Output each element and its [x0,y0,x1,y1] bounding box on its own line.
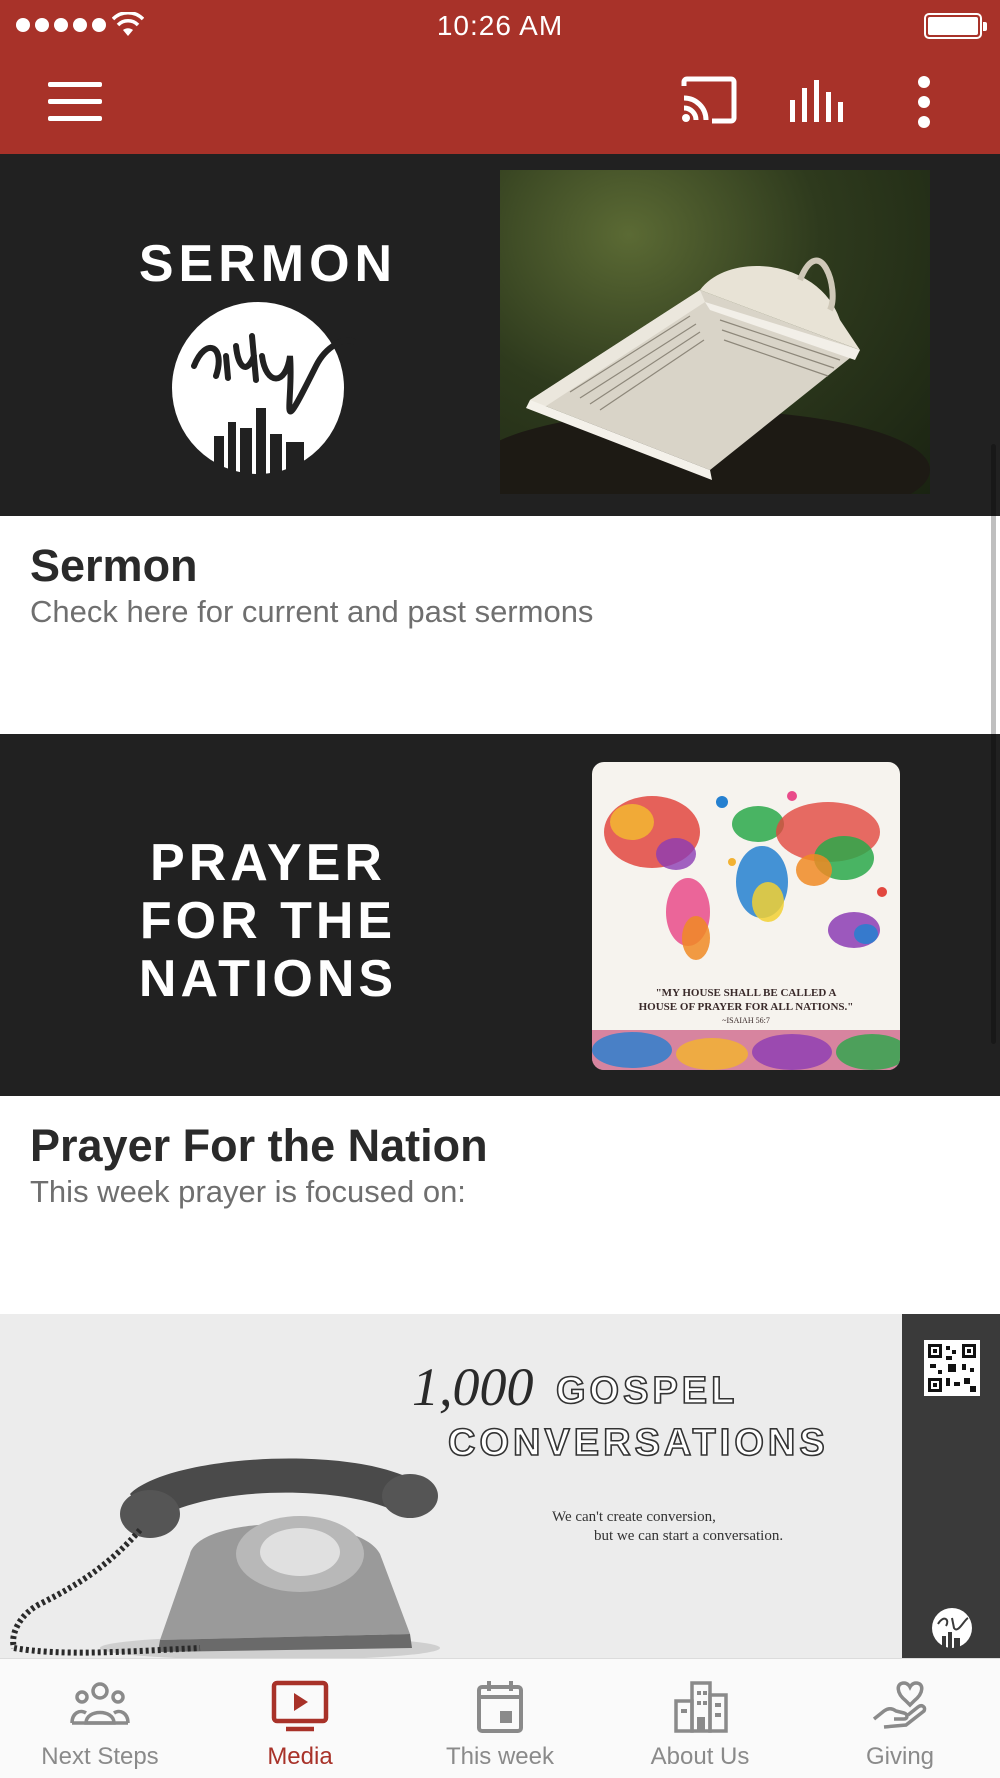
gospel-side-strip [902,1314,1000,1658]
media-feed: SERMON city Sermon Check here for curren… [0,154,1000,1658]
prayer-card-subtitle: This week prayer is focused on: [30,1174,466,1209]
sermon-banner: SERMON city [0,154,1000,516]
scrollbar-thumb[interactable] [991,444,996,1044]
city-logo-word: city [226,376,229,379]
more-vertical-icon[interactable] [912,76,936,128]
gospel-tagline-line: but we can start a conversation. [594,1528,784,1544]
sermon-card[interactable]: SERMON city Sermon Check here for curren… [0,154,1000,734]
gospel-tagline: We can't create conversion, but we can s… [552,1508,852,1546]
prayer-card-info: Prayer For the Nation This week prayer i… [0,1096,1000,1314]
gospel-tagline-line: We can't create conversion, [552,1509,716,1525]
city-church-logo: city [172,302,356,476]
buildings-icon [674,1681,728,1733]
tab-label: Next Steps [41,1743,159,1770]
prayer-banner: PRAYER FOR THE NATIONS "MY HOUSE SHALL B… [0,734,1000,1096]
sermon-banner-word: SERMON [138,235,398,293]
tab-about-us[interactable]: About Us [600,1659,800,1778]
cast-icon[interactable] [680,76,738,124]
hand-heart-icon [872,1681,927,1729]
prayer-card-title: Prayer For the Nation [30,1120,488,1171]
sermon-card-info: Sermon Check here for current and past s… [0,516,1000,734]
status-bar: 10:26 AM [0,0,1000,50]
prayer-banner-text: PRAYER FOR THE NATIONS [0,834,536,1008]
conversations-word: CONVERSATIONS [447,1421,829,1465]
tab-media[interactable]: Media [200,1659,400,1778]
world-map-art: "MY HOUSE SHALL BE CALLED A HOUSE OF PRA… [592,762,900,1070]
gospel-word: GOSPEL [555,1369,739,1413]
hamburger-menu-icon[interactable] [48,82,102,122]
tab-label: This week [445,1743,555,1770]
tab-next-steps[interactable]: Next Steps [0,1659,200,1778]
bottom-nav: Next Steps Media This week About Us Givi… [0,1658,1000,1778]
tab-label: About Us [650,1743,750,1770]
prayer-banner-line: NATIONS [138,950,398,1008]
map-quote-line: HOUSE OF PRAYER FOR ALL NATIONS." [638,1001,854,1013]
prayer-card[interactable]: PRAYER FOR THE NATIONS "MY HOUSE SHALL B… [0,734,1000,1314]
rotary-phone-image [10,1458,440,1658]
tab-this-week[interactable]: This week [400,1659,600,1778]
bible-photo [500,170,930,494]
map-quote: "MY HOUSE SHALL BE CALLED A HOUSE OF PRA… [592,986,900,1028]
people-group-icon [70,1682,130,1725]
gospel-card[interactable]: 1,000 GOSPEL CONVERSATIONS We can't crea… [0,1314,1000,1658]
app-bar [0,50,1000,154]
calendar-icon [477,1681,523,1733]
gospel-count: 1,000 [412,1357,534,1417]
map-quote-reference: ~ISAIAH 56:7 [722,1016,770,1025]
battery-icon [924,13,987,39]
qr-code-icon [924,1340,980,1396]
tab-label: Giving [865,1743,935,1770]
media-play-icon [271,1680,329,1732]
city-church-small-logo [932,1608,972,1648]
tab-label: Media [267,1743,333,1770]
prayer-banner-line: FOR THE [139,892,397,950]
audio-bars-icon[interactable] [788,80,846,124]
sermon-card-title: Sermon [30,540,198,591]
status-time: 10:26 AM [436,10,564,41]
sermon-card-subtitle: Check here for current and past sermons [30,594,594,629]
map-quote-line: "MY HOUSE SHALL BE CALLED A [655,987,837,999]
tab-giving[interactable]: Giving [800,1659,1000,1778]
prayer-banner-line: PRAYER [150,834,386,892]
gospel-banner: 1,000 GOSPEL CONVERSATIONS We can't crea… [0,1314,1000,1658]
